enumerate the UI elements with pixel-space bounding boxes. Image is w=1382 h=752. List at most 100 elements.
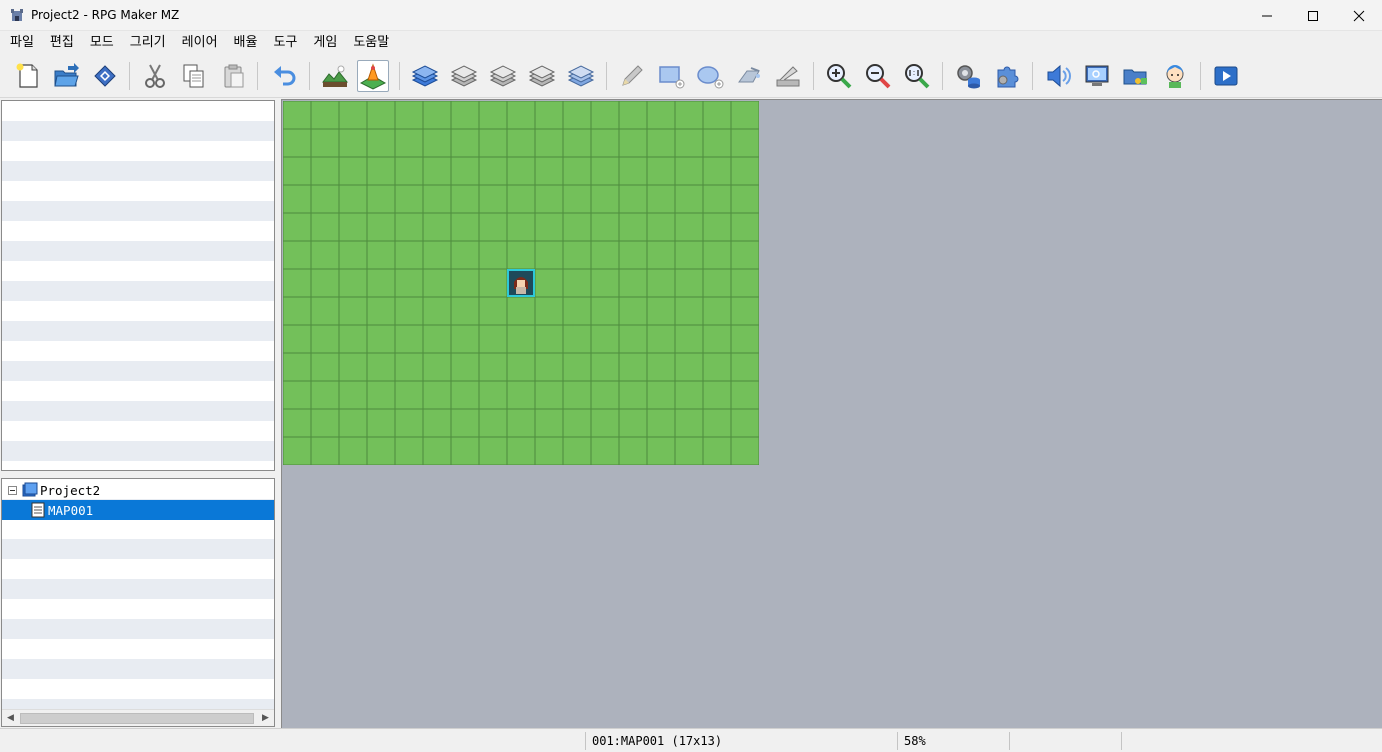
map-tile[interactable] — [422, 296, 452, 326]
map-canvas-area[interactable] — [281, 99, 1382, 728]
map-tile[interactable] — [506, 156, 536, 186]
map-tile[interactable] — [646, 296, 676, 326]
map-tile[interactable] — [283, 101, 312, 130]
map-tile[interactable] — [366, 380, 396, 410]
map-tile[interactable] — [394, 156, 424, 186]
map-tile[interactable] — [534, 184, 564, 214]
map-tile[interactable] — [590, 324, 620, 354]
map-tile[interactable] — [422, 101, 452, 130]
map-tile[interactable] — [590, 436, 620, 465]
map-tile[interactable] — [338, 324, 368, 354]
pencil-button[interactable] — [616, 60, 648, 92]
new-project-button[interactable] — [12, 60, 44, 92]
menu-game[interactable]: 게임 — [305, 31, 345, 54]
map-tile[interactable] — [310, 212, 340, 242]
menu-scale[interactable]: 배율 — [226, 31, 266, 54]
map-tile[interactable] — [730, 240, 759, 270]
map-tile[interactable] — [562, 101, 592, 130]
map-tile[interactable] — [366, 101, 396, 130]
map-tile[interactable] — [674, 380, 704, 410]
map-tile[interactable] — [450, 101, 480, 130]
map-tile[interactable] — [310, 184, 340, 214]
map-tile[interactable] — [562, 436, 592, 465]
map-tile[interactable] — [310, 380, 340, 410]
map-tile[interactable] — [618, 101, 648, 130]
map-tile[interactable] — [310, 128, 340, 158]
map-tile[interactable] — [338, 212, 368, 242]
map-tile[interactable] — [646, 156, 676, 186]
map-tile[interactable] — [506, 240, 536, 270]
tree-item-project[interactable]: Project2 — [2, 480, 274, 500]
map-tile[interactable] — [562, 296, 592, 326]
map-tile[interactable] — [590, 184, 620, 214]
map-tile[interactable] — [506, 436, 536, 465]
map-tile[interactable] — [422, 156, 452, 186]
map-tile[interactable] — [450, 212, 480, 242]
map-tile[interactable] — [618, 240, 648, 270]
map-tile[interactable] — [562, 212, 592, 242]
map-tile[interactable] — [450, 352, 480, 382]
map-tile[interactable] — [366, 268, 396, 298]
player-start-marker[interactable] — [507, 269, 535, 297]
map-tile[interactable] — [590, 408, 620, 438]
map-tile[interactable] — [702, 212, 732, 242]
map-tile[interactable] — [730, 101, 759, 130]
map-tile[interactable] — [422, 408, 452, 438]
scrollbar-thumb[interactable] — [20, 713, 254, 724]
map-tile[interactable] — [506, 408, 536, 438]
map-tile[interactable] — [534, 380, 564, 410]
database-button[interactable] — [952, 60, 984, 92]
map-tile[interactable] — [394, 408, 424, 438]
map-tile[interactable] — [646, 101, 676, 130]
map-tile[interactable] — [366, 240, 396, 270]
map-tile[interactable] — [478, 436, 508, 465]
undo-button[interactable] — [269, 60, 301, 92]
map-tile[interactable] — [674, 184, 704, 214]
horizontal-scrollbar[interactable]: ◀ ▶ — [2, 709, 274, 726]
map-tile[interactable] — [338, 184, 368, 214]
tree-item-map[interactable]: MAP001 — [2, 500, 274, 520]
map-tile[interactable] — [674, 101, 704, 130]
map-tile[interactable] — [534, 156, 564, 186]
map-tile[interactable] — [702, 128, 732, 158]
map-tile[interactable] — [646, 352, 676, 382]
layer-3-button[interactable] — [487, 60, 519, 92]
close-button[interactable] — [1336, 0, 1382, 31]
menu-edit[interactable]: 편집 — [42, 31, 82, 54]
map-tile[interactable] — [310, 352, 340, 382]
map-tile[interactable] — [674, 436, 704, 465]
map-tile[interactable] — [618, 184, 648, 214]
map-tile[interactable] — [283, 156, 312, 186]
map-tile[interactable] — [702, 296, 732, 326]
map-tile[interactable] — [366, 436, 396, 465]
playtest-button[interactable] — [1210, 60, 1242, 92]
map-grid[interactable] — [283, 101, 759, 465]
map-tile[interactable] — [506, 101, 536, 130]
map-tile[interactable] — [646, 324, 676, 354]
map-tile[interactable] — [730, 212, 759, 242]
map-tile[interactable] — [338, 240, 368, 270]
map-tile[interactable] — [674, 296, 704, 326]
tile-palette-panel[interactable] — [1, 100, 275, 471]
map-tile[interactable] — [478, 408, 508, 438]
map-tile[interactable] — [338, 128, 368, 158]
save-project-button[interactable] — [89, 60, 121, 92]
map-tile[interactable] — [730, 296, 759, 326]
map-tile[interactable] — [618, 128, 648, 158]
map-tile[interactable] — [366, 408, 396, 438]
map-tile[interactable] — [506, 296, 536, 326]
map-tile[interactable] — [534, 352, 564, 382]
character-generator-button[interactable] — [1159, 60, 1191, 92]
map-tile[interactable] — [450, 268, 480, 298]
fill-button[interactable] — [733, 60, 765, 92]
zoom-in-button[interactable] — [823, 60, 855, 92]
rectangle-button[interactable] — [655, 60, 687, 92]
map-tile[interactable] — [283, 212, 312, 242]
map-tile[interactable] — [310, 101, 340, 130]
map-tile[interactable] — [646, 408, 676, 438]
map-tile[interactable] — [478, 212, 508, 242]
maximize-button[interactable] — [1290, 0, 1336, 31]
map-tile[interactable] — [674, 240, 704, 270]
zoom-out-button[interactable] — [862, 60, 894, 92]
scroll-right-icon[interactable]: ▶ — [257, 710, 274, 726]
